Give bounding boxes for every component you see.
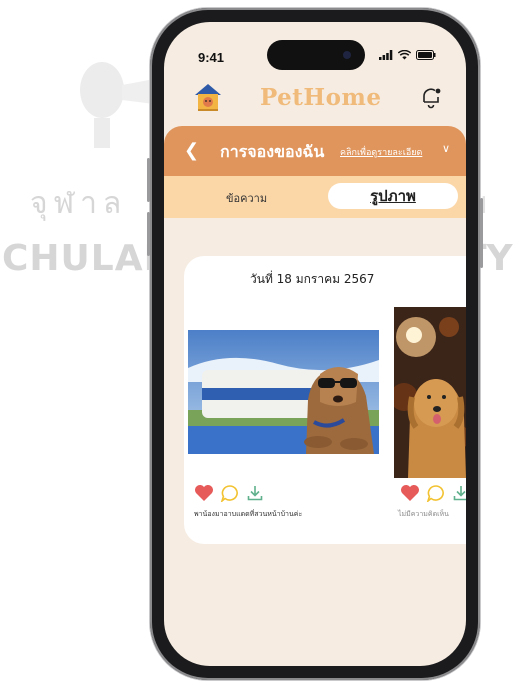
phone-frame: 9:41 PetHome ❮ การจองของฉัน คลิกเพื่อดูร… [147, 8, 483, 680]
battery-icon [416, 50, 436, 60]
dog-sunglasses-photo[interactable] [188, 330, 379, 454]
view-details-link[interactable]: คลิกเพื่อดูรายละเอียด [340, 145, 422, 159]
download-icon[interactable] [246, 484, 264, 502]
pet-house-icon[interactable] [192, 82, 224, 112]
watermark-english-text: CHULAL [2, 238, 168, 279]
comment-icon[interactable] [220, 484, 240, 502]
app-top-bar: PetHome [164, 74, 466, 124]
card-date: วันที่ 18 มกราคม 2567 [250, 272, 375, 286]
status-time: 9:41 [198, 50, 225, 65]
tab-photos[interactable]: รูปภาพ [328, 183, 458, 209]
page-title: การจองของฉัน [220, 142, 325, 161]
chevron-down-icon[interactable]: ∨ [442, 142, 450, 155]
volume-button [147, 158, 150, 202]
golden-retriever-photo[interactable] [394, 307, 466, 478]
power-button [480, 198, 483, 268]
status-icons [379, 50, 436, 60]
volume-button [147, 212, 150, 256]
signal-icon [379, 50, 393, 60]
watermark-thai-text: จุฬาล [30, 186, 128, 221]
tab-messages[interactable]: ข้อความ [226, 189, 267, 207]
notification-bell-icon[interactable] [420, 85, 442, 109]
back-arrow-icon[interactable]: ❮ [184, 140, 199, 161]
heart-icon[interactable] [194, 484, 214, 502]
dynamic-island [267, 40, 365, 70]
booking-header: ❮ การจองของฉัน คลิกเพื่อดูรายละเอียด ∨ [164, 126, 466, 176]
app-brand-logo: PetHome [260, 84, 382, 111]
wifi-icon [398, 50, 411, 60]
content-tabs: ข้อความ รูปภาพ [164, 176, 466, 218]
download-icon[interactable] [452, 484, 466, 502]
phone-screen: 9:41 PetHome ❮ การจองของฉัน คลิกเพื่อดูร… [164, 22, 466, 666]
post-caption: ไม่มีความคิดเห็น [398, 510, 449, 518]
post-caption: พาน้องมาอาบแดดที่สวนหน้าบ้านค่ะ [194, 510, 303, 518]
heart-icon[interactable] [400, 484, 420, 502]
comment-icon[interactable] [426, 484, 446, 502]
post-actions [194, 484, 264, 502]
post-actions [400, 484, 466, 502]
